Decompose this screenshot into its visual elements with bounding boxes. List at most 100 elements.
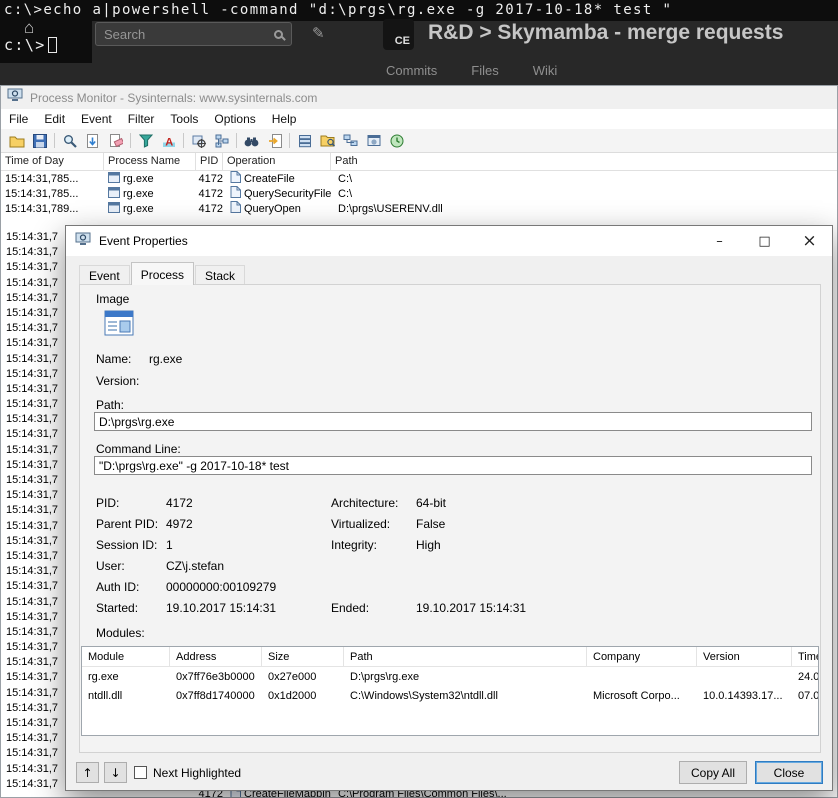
clipped-row-time[interactable]: 15:14:31,7 <box>6 397 64 412</box>
clipped-row-time[interactable]: 15:14:31,7 <box>6 655 64 670</box>
event-row[interactable]: 15:14:31,785... rg.exe 4172 CreateFile C… <box>1 171 837 186</box>
clipped-row-time[interactable]: 15:14:31,7 <box>6 610 64 625</box>
previous-event-button[interactable]: ↑ <box>76 762 99 783</box>
module-row[interactable]: ntdll.dll 0x7ff8d1740000 0x1d2000 C:\Window… <box>82 686 818 705</box>
toolbar-separator <box>289 133 290 148</box>
clipped-row-time[interactable]: 15:14:31,7 <box>6 306 64 321</box>
event-row[interactable]: 15:14:31,789... rg.exe 4172 QueryOpen D:… <box>1 201 837 216</box>
clipped-row-time[interactable]: 15:14:31,7 <box>6 503 64 518</box>
clipped-row-time[interactable]: 15:14:31,7 <box>6 276 64 291</box>
clipped-row-time[interactable]: 15:14:31,7 <box>6 701 64 716</box>
event-row[interactable]: 15:14:31,785... rg.exe 4172 QuerySecurit… <box>1 186 837 201</box>
modules-col-module[interactable]: Module <box>82 647 170 666</box>
clipped-row-time[interactable]: 15:14:31,7 <box>6 260 64 275</box>
menu-filter[interactable]: Filter <box>120 112 163 126</box>
path-field[interactable]: D:\prgs\rg.exe <box>94 412 812 431</box>
command-line-field[interactable]: "D:\prgs\rg.exe" -g 2017-10-18* test <box>94 456 812 475</box>
column-time-of-day[interactable]: Time of Day <box>1 153 104 170</box>
clipped-row-time[interactable]: 15:14:31,7 <box>6 534 64 549</box>
tab-stack[interactable]: Stack <box>195 265 246 285</box>
modules-col-time[interactable]: Time <box>792 647 818 666</box>
clipped-row-time[interactable]: 15:14:31,7 <box>6 640 64 655</box>
save-icon[interactable] <box>28 131 51 151</box>
clipped-row-time[interactable]: 15:14:31,7 <box>6 579 64 594</box>
menu-tools[interactable]: Tools <box>162 112 206 126</box>
terminal-cursor[interactable] <box>47 37 57 53</box>
clipped-row-time[interactable]: 15:14:31,7 <box>6 321 64 336</box>
clipped-row-time[interactable]: 15:14:31,7 <box>6 291 64 306</box>
minimize-button[interactable]: – <box>697 226 742 256</box>
network-class-icon[interactable] <box>339 131 362 151</box>
modules-col-company[interactable]: Company <box>587 647 697 666</box>
menu-help[interactable]: Help <box>264 112 305 126</box>
browser-tab-files[interactable]: Files <box>471 63 498 78</box>
clipped-row-time[interactable]: 15:14:31,7 <box>6 670 64 685</box>
clipped-row-time[interactable]: 15:14:31,7 <box>6 427 64 442</box>
menu-edit[interactable]: Edit <box>36 112 73 126</box>
dialog-titlebar[interactable]: Event Properties – □ × <box>66 226 832 256</box>
close-icon[interactable]: × <box>787 226 832 256</box>
clipped-row-time[interactable]: 15:14:31,7 <box>6 367 64 382</box>
process-class-icon[interactable] <box>362 131 385 151</box>
column-operation[interactable]: Operation <box>223 153 331 170</box>
module-row[interactable]: rg.exe 0x7ff76e3b0000 0x27e000 D:\prgs\rg.e… <box>82 667 818 686</box>
edit-icon[interactable]: ✎ <box>312 24 325 42</box>
modules-col-address[interactable]: Address <box>170 647 262 666</box>
open-file-icon[interactable] <box>5 131 28 151</box>
clipped-row-time[interactable]: 15:14:31,7 <box>6 549 64 564</box>
clipped-row-time[interactable]: 15:14:31,7 <box>6 443 64 458</box>
clipped-row-time[interactable]: 15:14:31,7 <box>6 473 64 488</box>
column-path[interactable]: Path <box>331 153 837 170</box>
include-process-icon[interactable] <box>187 131 210 151</box>
find-icon[interactable] <box>240 131 263 151</box>
autoscroll-icon[interactable] <box>81 131 104 151</box>
clipped-row-time[interactable]: 15:14:31,7 <box>6 458 64 473</box>
registry-class-icon[interactable] <box>293 131 316 151</box>
column-process-name[interactable]: Process Name <box>104 153 196 170</box>
clipped-row-time[interactable]: 15:14:31,7 <box>6 762 64 777</box>
profiling-class-icon[interactable] <box>385 131 408 151</box>
clipped-row-time[interactable]: 15:14:31,7 <box>6 716 64 731</box>
clear-icon[interactable] <box>104 131 127 151</box>
clipped-row-time[interactable]: 15:14:31,7 <box>6 686 64 701</box>
close-button[interactable]: Close <box>755 761 823 784</box>
command-line-label: Command Line: <box>96 442 181 456</box>
menu-event[interactable]: Event <box>73 112 120 126</box>
clipped-row-time[interactable]: 15:14:31,7 <box>6 625 64 640</box>
clipped-row-time[interactable]: 15:14:31,7 <box>6 336 64 351</box>
clipped-row-time[interactable]: 15:14:31,7 <box>6 352 64 367</box>
highlight-icon[interactable]: A <box>157 131 180 151</box>
browser-tab-wiki[interactable]: Wiki <box>533 63 558 78</box>
search-placeholder: Search <box>104 26 146 42</box>
column-pid[interactable]: PID <box>196 153 223 170</box>
clipped-row-time[interactable]: 15:14:31,7 <box>6 382 64 397</box>
modules-col-path[interactable]: Path <box>344 647 587 666</box>
browser-tab-commits[interactable]: Commits <box>386 63 437 78</box>
filter-icon[interactable] <box>134 131 157 151</box>
modules-col-size[interactable]: Size <box>262 647 344 666</box>
clipped-row-time[interactable]: 15:14:31,7 <box>6 412 64 427</box>
clipped-row-time[interactable]: 15:14:31,7 <box>6 230 64 245</box>
copy-all-button[interactable]: Copy All <box>679 761 747 784</box>
capture-icon[interactable] <box>58 131 81 151</box>
next-event-button[interactable]: ↓ <box>104 762 127 783</box>
tab-process[interactable]: Process <box>130 262 195 285</box>
clipped-row-time[interactable]: 15:14:31,7 <box>6 564 64 579</box>
clipped-row-time[interactable]: 15:14:31,7 <box>6 731 64 746</box>
maximize-button[interactable]: □ <box>742 226 787 256</box>
search-input[interactable]: Search <box>95 22 292 46</box>
clipped-row-time[interactable]: 15:14:31,7 <box>6 245 64 260</box>
filesystem-class-icon[interactable] <box>316 131 339 151</box>
clipped-row-time[interactable]: 15:14:31,7 <box>6 519 64 534</box>
clipped-row-time[interactable]: 15:14:31,7 <box>6 746 64 761</box>
menu-file[interactable]: File <box>1 112 36 126</box>
process-tree-icon[interactable] <box>210 131 233 151</box>
modules-col-version[interactable]: Version <box>697 647 792 666</box>
menu-options[interactable]: Options <box>206 112 263 126</box>
clipped-row-time[interactable]: 15:14:31,7 <box>6 595 64 610</box>
jump-to-icon[interactable] <box>263 131 286 151</box>
clipped-row-time[interactable]: 15:14:31,7 <box>6 488 64 503</box>
procmon-titlebar[interactable]: Process Monitor - Sysinternals: www.sysi… <box>1 86 837 109</box>
tab-event[interactable]: Event <box>79 265 130 285</box>
next-highlighted-checkbox[interactable] <box>134 766 147 779</box>
